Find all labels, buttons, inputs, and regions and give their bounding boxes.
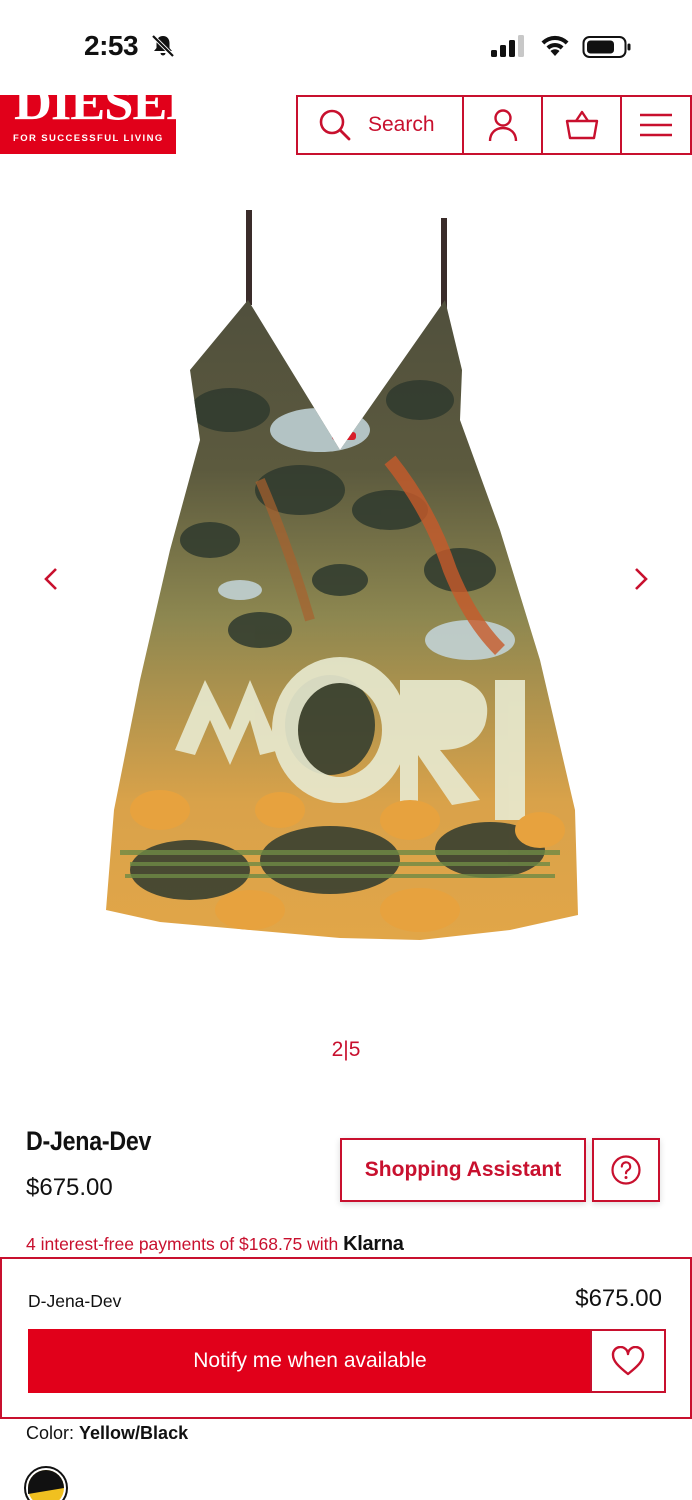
product-name: D-Jena-Dev — [26, 1126, 152, 1156]
klarna-text: 4 interest-free payments of $168.75 with — [26, 1234, 339, 1254]
cart-button[interactable] — [543, 97, 622, 153]
bell-muted-icon — [151, 34, 175, 58]
logo-wordmark: DIESEL — [14, 95, 176, 130]
wishlist-button[interactable] — [590, 1329, 666, 1393]
swatch-graphic — [28, 1470, 64, 1500]
color-selector-label: Color: Yellow/Black — [26, 1423, 188, 1444]
color-swatch-yellow-black[interactable] — [24, 1466, 68, 1500]
sticky-buy-panel: D-Jena-Dev $675.00 Notify me when availa… — [0, 1257, 692, 1419]
status-bar: 2:53 — [0, 0, 692, 90]
color-value: Yellow/Black — [79, 1423, 189, 1443]
diesel-logo[interactable]: DIESEL FOR SUCCESSFUL LIVING — [0, 95, 176, 154]
color-label: Color: — [26, 1423, 75, 1443]
klarna-financing[interactable]: 4 interest-free payments of $168.75 with… — [26, 1233, 404, 1256]
shopping-assistant-button[interactable]: Shopping Assistant — [340, 1138, 586, 1202]
chevron-right-icon[interactable] — [626, 565, 654, 593]
product-price: $675.00 — [26, 1174, 113, 1201]
logo-tagline: FOR SUCCESSFUL LIVING — [13, 133, 164, 144]
hamburger-menu-icon — [640, 113, 672, 137]
status-time: 2:53 — [84, 30, 139, 61]
heart-icon — [611, 1346, 645, 1376]
product-image-dress — [106, 210, 578, 940]
panel-product-price: $675.00 — [575, 1285, 662, 1312]
gallery-counter: 2|5 — [331, 1038, 361, 1061]
battery-icon — [582, 36, 631, 58]
cell-signal-icon — [491, 35, 524, 57]
search-label: Search — [368, 113, 435, 136]
chevron-left-icon[interactable] — [38, 565, 66, 593]
klarna-logo: Klarna — [343, 1233, 404, 1255]
search-icon — [319, 109, 351, 141]
search-button[interactable]: Search — [298, 97, 464, 153]
notify-me-button[interactable]: Notify me when available — [28, 1329, 592, 1393]
wifi-icon — [541, 35, 569, 56]
help-button[interactable] — [592, 1138, 660, 1202]
header-nav: Search — [296, 95, 692, 155]
product-gallery[interactable] — [0, 170, 692, 990]
shopping-basket-icon — [565, 110, 598, 140]
user-icon — [488, 109, 517, 142]
menu-button[interactable] — [622, 97, 690, 153]
panel-product-name: D-Jena-Dev — [28, 1291, 122, 1311]
question-circle-icon — [611, 1155, 641, 1185]
account-button[interactable] — [464, 97, 543, 153]
